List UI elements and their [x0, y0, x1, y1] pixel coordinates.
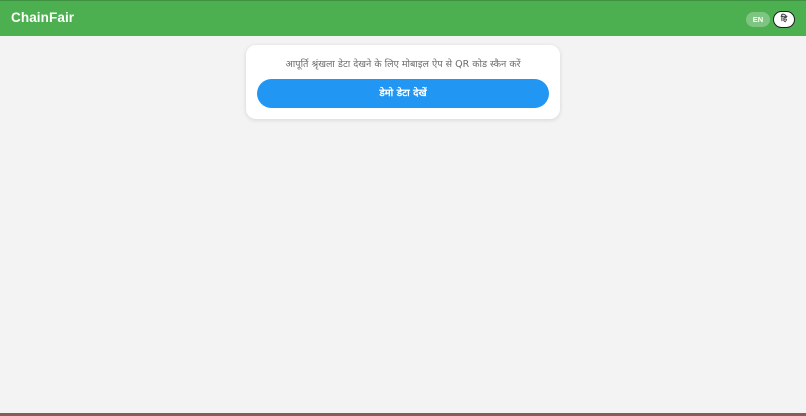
scan-instruction-text: आपूर्ति श्रृंखला डेटा देखने के लिए मोबाइ… — [285, 59, 521, 70]
view-demo-data-button[interactable]: डेमो डेटा देखें — [257, 79, 549, 108]
language-en-button[interactable]: EN — [746, 12, 770, 27]
top-app-bar: ChainFair EN हि — [0, 0, 806, 36]
app-brand-logo: ChainFair — [11, 10, 75, 25]
scan-card: आपूर्ति श्रृंखला डेटा देखने के लिए मोबाइ… — [246, 45, 560, 119]
language-hi-button[interactable]: हि — [773, 11, 795, 28]
